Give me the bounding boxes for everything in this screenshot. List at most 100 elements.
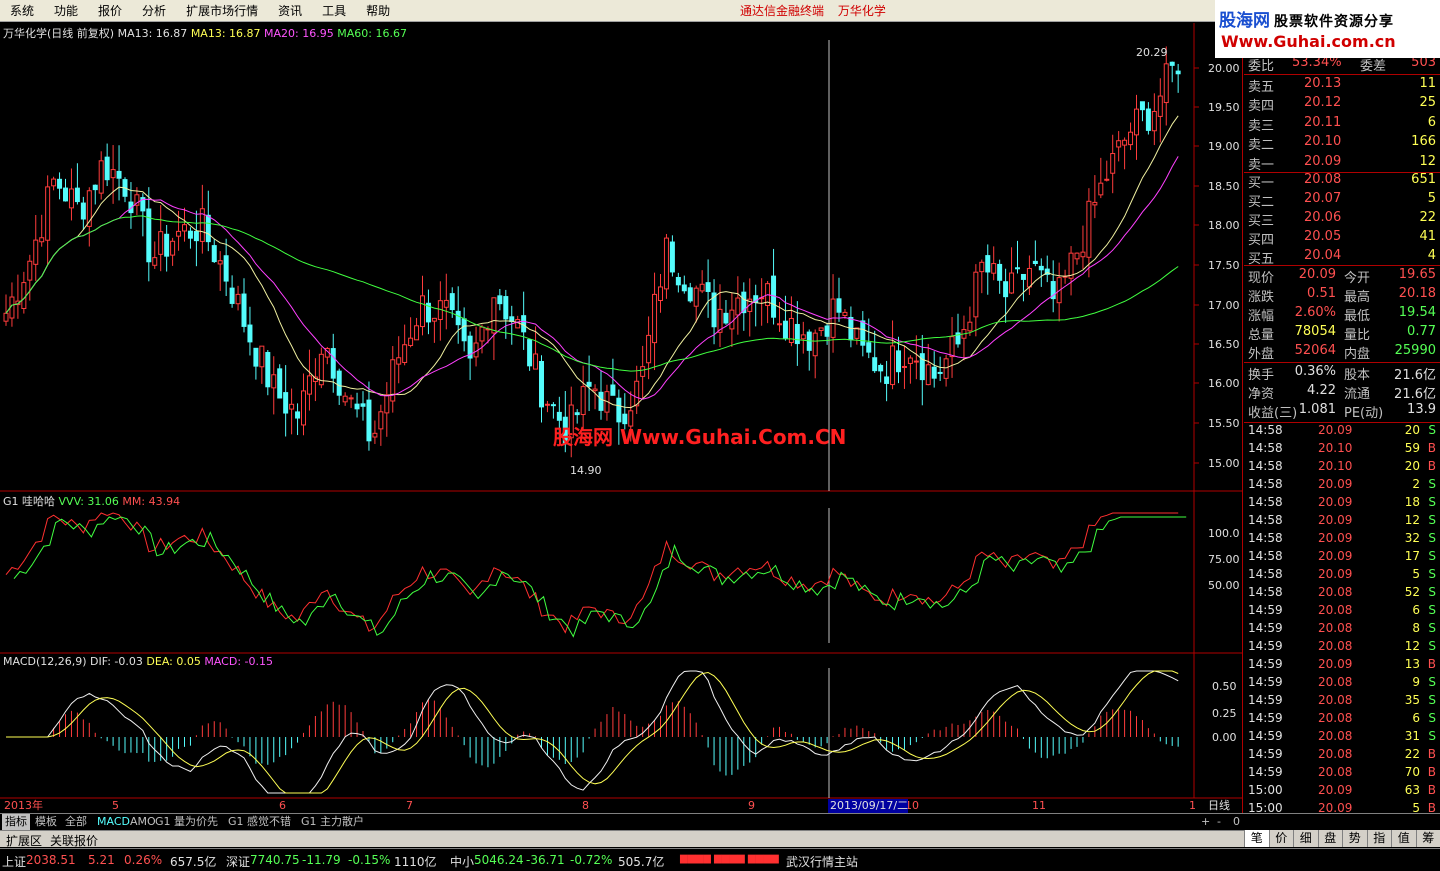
sell-level-row[interactable]: 卖三 20.11 6 [1244, 114, 1440, 134]
zx-index: 5046.24 [474, 853, 524, 867]
tab-chips[interactable]: 筹 [1415, 830, 1440, 847]
date-axis-label: 2013年 [4, 798, 43, 812]
buy-level-row[interactable]: 买一 20.08 651 [1244, 171, 1440, 191]
buy-level-row[interactable]: 买三 20.06 22 [1244, 209, 1440, 229]
tab-orderbook[interactable]: 盘 [1317, 830, 1343, 847]
tick-price: 20.08 [1318, 621, 1353, 635]
menu-ext-market[interactable]: 扩展市场行情 [176, 0, 268, 22]
candle-body [479, 326, 485, 342]
tick-price: 20.09 [1318, 531, 1353, 545]
menu-function[interactable]: 功能 [44, 0, 88, 22]
candle-body [182, 224, 187, 232]
candle-body [872, 357, 878, 372]
tab-value[interactable]: 值 [1391, 830, 1416, 847]
candle-body [92, 184, 98, 191]
candle-body [842, 311, 848, 316]
quote-value-1: 78054 [1294, 324, 1336, 339]
tab-related-quote[interactable]: 关联报价 [46, 832, 102, 849]
candle-body [1074, 252, 1080, 260]
zoom-out-button[interactable]: - [1214, 814, 1224, 830]
date-axis-label: 8 [582, 799, 589, 812]
tab-ext-area[interactable]: 扩展区 [2, 832, 46, 849]
macd-dea-line [6, 670, 1179, 794]
tab-g1-feeling[interactable]: G1 感觉不错 [225, 814, 294, 830]
sell-level-price: 20.11 [1304, 114, 1342, 130]
tab-template[interactable]: 模板 [32, 814, 60, 830]
candle-body [860, 320, 866, 346]
candle-body [937, 371, 943, 374]
tick-time: 14:58 [1248, 495, 1283, 509]
tick-volume: 17 [1404, 549, 1420, 563]
period-label[interactable]: 日线 [1208, 798, 1230, 812]
menu-tools[interactable]: 工具 [312, 0, 356, 22]
sell-level-row[interactable]: 卖四 20.12 25 [1244, 94, 1440, 114]
quote-label-2: 今开 [1344, 271, 1371, 286]
menu-analysis[interactable]: 分析 [132, 0, 176, 22]
chart-area[interactable]: 万华化学(日线 前复权) MA13: 16.87 MA13: 16.87 MA2… [0, 23, 1243, 818]
server-station[interactable]: 武汉行情主站 [786, 853, 858, 870]
zx-change: -36.71 [526, 853, 565, 867]
tab-g1-volume[interactable]: G1 量为价先 [152, 814, 221, 830]
tick-row: 14:59 20.08 22 B [1244, 746, 1440, 765]
zoom-reset-button[interactable]: 0 [1230, 814, 1243, 830]
quote-label-1: 总量 [1248, 328, 1275, 343]
menu-news[interactable]: 资讯 [268, 0, 312, 22]
quote-label-2: 量比 [1344, 328, 1371, 343]
candle-body [687, 287, 693, 302]
menu-help[interactable]: 帮助 [356, 0, 400, 22]
candle-body [800, 334, 806, 340]
menu-quote[interactable]: 报价 [88, 0, 132, 22]
buy-level-label: 买四 [1248, 233, 1275, 248]
candle-body [1038, 265, 1044, 271]
candle-body [1128, 131, 1134, 146]
tab-trades[interactable]: 笔 [1244, 830, 1269, 847]
fund-value-2: 21.6亿 [1394, 368, 1436, 383]
sz-label[interactable]: 深证 [226, 853, 250, 870]
candle-body [384, 394, 390, 414]
tab-g1-main[interactable]: G1 主力散户 [298, 814, 367, 830]
tick-volume: 18 [1404, 495, 1420, 509]
sell-level-row[interactable]: 卖二 20.10 166 [1244, 133, 1440, 153]
fund-value-2: 13.9 [1407, 402, 1436, 417]
tick-volume: 70 [1404, 765, 1420, 779]
fundamental-row: 收益(三) 1.081 PE(动) 13.9 [1244, 401, 1440, 421]
menu-system[interactable]: 系统 [0, 0, 44, 22]
candle-body [1116, 140, 1122, 148]
tick-volume: 6 [1412, 603, 1420, 617]
tick-side: B [1427, 459, 1436, 473]
tick-volume: 32 [1404, 531, 1420, 545]
fund-label-1: 换手 [1248, 368, 1275, 383]
quote-value-1: 20.09 [1298, 267, 1336, 282]
tick-price: 20.10 [1318, 459, 1353, 473]
zoom-in-button[interactable]: + [1198, 814, 1213, 830]
candle-body [681, 284, 687, 292]
buy-level-row[interactable]: 买二 20.07 5 [1244, 190, 1440, 210]
buy-level-row[interactable]: 买四 20.05 41 [1244, 228, 1440, 248]
tick-time: 14:59 [1248, 675, 1283, 689]
candle-body [80, 202, 86, 220]
zx-label[interactable]: 中小 [450, 853, 474, 870]
tick-price: 20.08 [1318, 675, 1353, 689]
candle-body [211, 245, 217, 263]
tick-row: 14:58 20.09 17 S [1244, 548, 1440, 567]
sell-level-row[interactable]: 卖一 20.09 12 [1244, 153, 1440, 173]
candle-body [289, 403, 295, 410]
buy-level-row[interactable]: 买五 20.04 4 [1244, 247, 1440, 267]
candle-body [1009, 272, 1015, 294]
tick-price: 20.09 [1318, 495, 1353, 509]
extension-bar: 扩展区 关联报价 [0, 830, 1440, 849]
tab-index[interactable]: 指 [1366, 830, 1392, 847]
tab-indicator[interactable]: 指标 [2, 814, 30, 830]
tab-detail[interactable]: 细 [1293, 830, 1318, 847]
high-price-label: 20.29 [1136, 46, 1168, 59]
sh-label[interactable]: 上证 [2, 853, 26, 870]
tab-price[interactable]: 价 [1268, 830, 1294, 847]
kline-chart[interactable]: 20.00 19.50 19.00 18.50 18.00 17.50 17.00 16.50… [0, 23, 1243, 818]
sell-level-row[interactable]: 卖五 20.13 11 [1244, 75, 1440, 95]
tab-trend[interactable]: 势 [1342, 830, 1367, 847]
buy-level-price: 20.07 [1304, 191, 1342, 206]
candle-body [539, 361, 544, 408]
tab-all[interactable]: 全部 [62, 814, 90, 830]
candle-body [152, 257, 158, 266]
candle-body [991, 263, 997, 274]
